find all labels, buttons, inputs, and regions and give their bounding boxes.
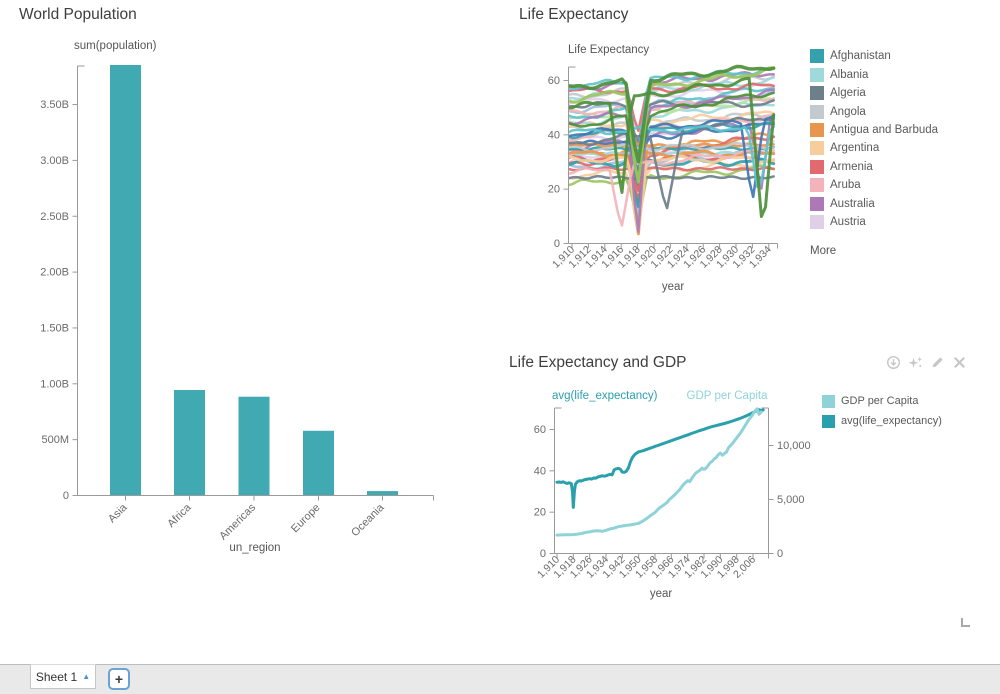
svg-text:sum(population): sum(population) [74, 40, 157, 52]
legend-item[interactable]: Armenia [810, 158, 938, 176]
legend-color-swatch [810, 49, 824, 63]
legend-color-swatch [822, 415, 835, 428]
svg-text:year: year [662, 281, 685, 293]
legend-item-label: Antigua and Barbuda [830, 124, 938, 136]
legend-color-swatch [810, 197, 824, 211]
svg-text:1.50B: 1.50B [40, 322, 69, 334]
legend-item-label: Armenia [830, 161, 873, 173]
svg-text:Life Expectancy: Life Expectancy [568, 44, 649, 56]
legend-item-label: avg(life_expectancy) [841, 415, 942, 427]
legend-item[interactable]: Algeria [810, 84, 938, 102]
legend-color-swatch [810, 105, 824, 119]
legend-item[interactable]: avg(life_expectancy) [822, 411, 942, 431]
svg-text:Americas: Americas [217, 501, 258, 542]
svg-text:40: 40 [548, 129, 560, 141]
legend-item[interactable]: Aruba [810, 176, 938, 194]
legend-color-swatch [810, 178, 824, 192]
svg-text:10,000: 10,000 [777, 440, 811, 452]
legend-color-swatch [822, 395, 835, 408]
legend-item-label: GDP per Capita [841, 395, 918, 407]
legend-item-label: Australia [830, 198, 875, 210]
svg-text:20: 20 [548, 184, 560, 196]
svg-text:0: 0 [777, 548, 783, 560]
svg-text:60: 60 [548, 75, 560, 87]
edit-pencil-icon[interactable] [930, 355, 945, 370]
legend-item[interactable]: Antigua and Barbuda [810, 121, 938, 139]
svg-text:500M: 500M [41, 434, 69, 446]
sheet-tab[interactable]: Sheet 1 ▲ [30, 664, 96, 689]
svg-text:1.00B: 1.00B [40, 378, 69, 390]
svg-text:Europe: Europe [289, 502, 323, 536]
svg-text:Africa: Africa [165, 501, 194, 530]
svg-text:5,000: 5,000 [777, 494, 805, 506]
legend-more-button[interactable]: More [810, 245, 938, 257]
legend-item[interactable]: Albania [810, 65, 938, 83]
svg-text:60: 60 [534, 424, 546, 436]
life-expectancy-title: Life Expectancy [519, 6, 628, 24]
life-expectancy-chart[interactable]: Life Expectancy02040601,9101,9121,9141,9… [548, 44, 778, 293]
world-population-title: World Population [19, 6, 137, 24]
svg-text:year: year [650, 588, 673, 600]
legend-color-swatch [810, 68, 824, 82]
legend-item-label: Algeria [830, 87, 866, 99]
svg-text:Asia: Asia [106, 501, 130, 525]
add-sheet-button[interactable]: + [108, 668, 130, 690]
legend-item-label: Albania [830, 69, 868, 81]
gdp-legend: GDP per Capita avg(life_expectancy) [822, 391, 942, 431]
legend-item[interactable]: Angola [810, 102, 938, 120]
svg-text:3.50B: 3.50B [40, 99, 69, 111]
legend-color-swatch [810, 160, 824, 174]
legend-item-label: Austria [830, 216, 866, 228]
svg-text:20: 20 [534, 507, 546, 519]
legend-item[interactable]: Argentina [810, 139, 938, 157]
download-icon[interactable] [886, 355, 901, 370]
sheet-tab-label: Sheet 1 [36, 670, 77, 684]
svg-text:GDP per Capita: GDP per Capita [687, 390, 769, 402]
sparkles-icon[interactable] [908, 355, 923, 370]
resize-corner-handle[interactable] [962, 618, 970, 626]
dashboard: sum(population) 0 500M 1.00B 1.50B 2.00B 2.50B… [0, 0, 1000, 694]
legend-item[interactable]: Austria [810, 213, 938, 231]
svg-text:2.00B: 2.00B [40, 267, 69, 279]
close-icon[interactable] [952, 355, 967, 370]
svg-text:3.00B: 3.00B [40, 155, 69, 167]
legend-item-label: Aruba [830, 179, 861, 191]
legend-color-swatch [810, 215, 824, 229]
legend-item-label: Angola [830, 106, 866, 118]
svg-text:un_region: un_region [229, 542, 280, 554]
legend-item[interactable]: Australia [810, 195, 938, 213]
life-expectancy-gdp-title: Life Expectancy and GDP [509, 354, 687, 372]
svg-text:0: 0 [554, 238, 560, 250]
legend-item-label: Argentina [830, 142, 879, 154]
svg-text:0: 0 [63, 490, 69, 502]
svg-text:2.50B: 2.50B [40, 211, 69, 223]
legend-color-swatch [810, 141, 824, 155]
legend-color-swatch [810, 86, 824, 100]
sheet-tab-bar: Sheet 1 ▲ + [0, 664, 1000, 694]
country-legend: Afghanistan Albania Algeria Angola Antigua a… [810, 47, 938, 257]
svg-text:Oceania: Oceania [349, 501, 387, 539]
world-population-chart[interactable]: sum(population) 0 500M 1.00B 1.50B 2.00B 2.50B… [40, 40, 433, 554]
legend-color-swatch [810, 123, 824, 137]
svg-text:40: 40 [534, 465, 546, 477]
legend-item[interactable]: GDP per Capita [822, 391, 942, 411]
sheet-menu-caret-icon[interactable]: ▲ [82, 673, 90, 681]
svg-text:0: 0 [540, 548, 546, 560]
svg-text:avg(life_expectancy): avg(life_expectancy) [552, 390, 658, 402]
legend-item-label: Afghanistan [830, 50, 891, 62]
chart-toolbar [886, 355, 967, 370]
legend-item[interactable]: Afghanistan [810, 47, 938, 65]
